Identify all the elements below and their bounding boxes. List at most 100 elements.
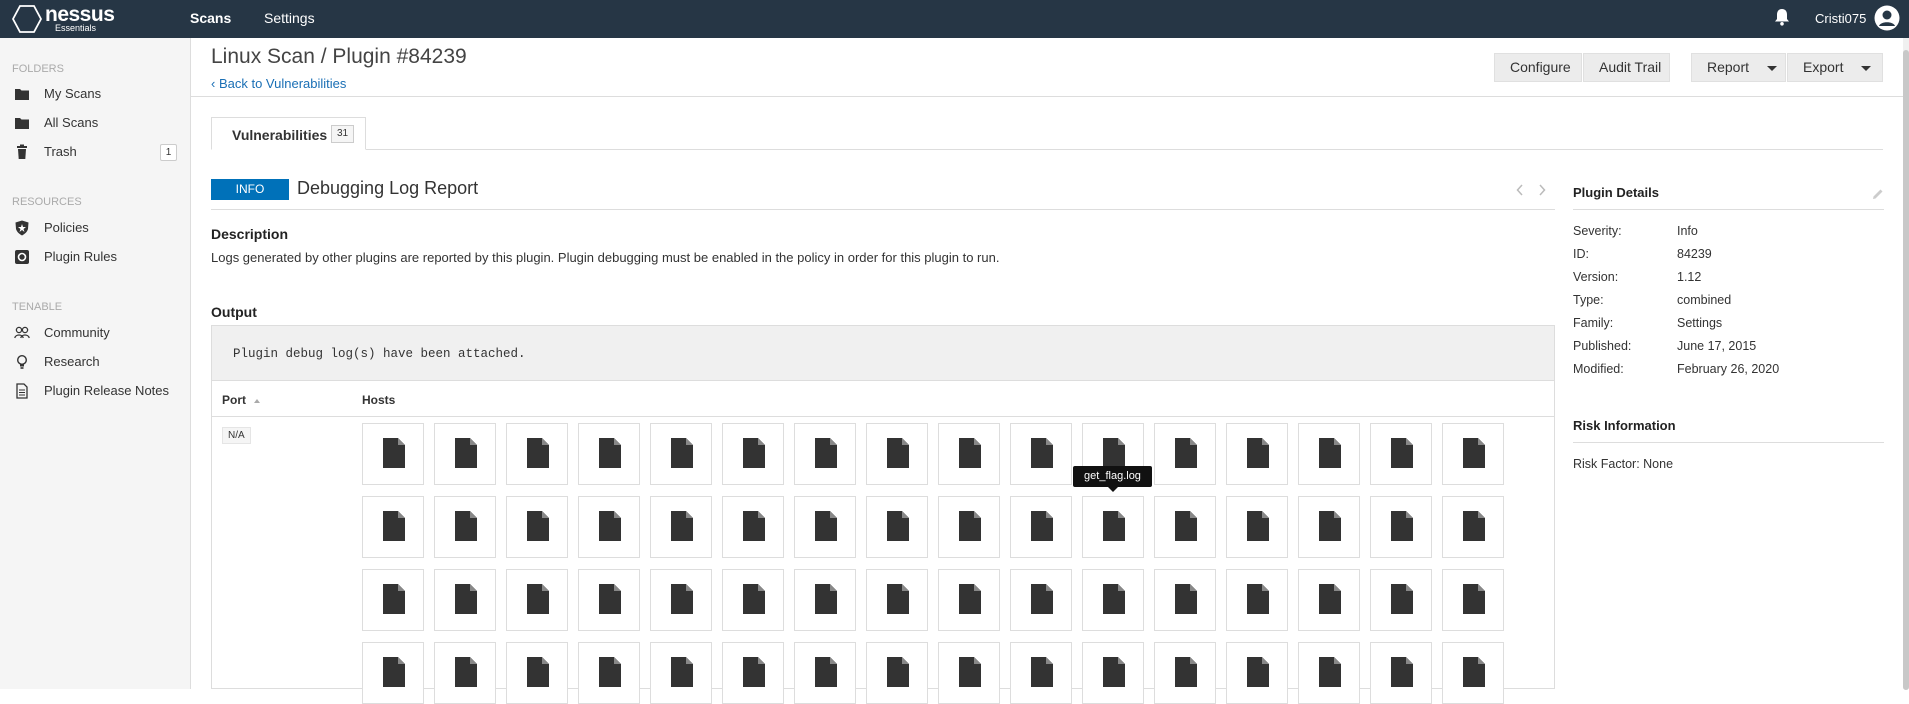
host-attachment[interactable] (1370, 423, 1432, 485)
scrollbar-thumb[interactable] (1903, 50, 1909, 690)
file-icon (959, 584, 981, 614)
host-attachment[interactable] (1298, 496, 1360, 558)
host-attachment[interactable] (434, 569, 496, 631)
host-attachment[interactable] (1010, 569, 1072, 631)
host-attachment[interactable] (578, 642, 640, 704)
host-attachment[interactable] (1298, 423, 1360, 485)
nessus-logo[interactable]: nessus Essentials (12, 3, 122, 34)
host-attachment[interactable] (650, 569, 712, 631)
chevron-right-icon[interactable] (1538, 184, 1546, 196)
username[interactable]: Cristi075 (1815, 11, 1866, 26)
chevron-left-icon[interactable] (1516, 184, 1524, 196)
file-icon (959, 657, 981, 687)
host-attachment[interactable] (650, 642, 712, 704)
host-attachment[interactable] (362, 496, 424, 558)
host-attachment[interactable] (1082, 569, 1144, 631)
host-attachment[interactable] (1370, 642, 1432, 704)
host-attachment[interactable] (506, 642, 568, 704)
host-attachment[interactable] (578, 569, 640, 631)
host-attachment[interactable] (1154, 569, 1216, 631)
host-attachment[interactable] (1298, 642, 1360, 704)
host-attachment[interactable] (506, 569, 568, 631)
host-attachment[interactable] (1082, 496, 1144, 558)
host-attachment[interactable] (794, 496, 856, 558)
nav-settings[interactable]: Settings (264, 10, 315, 26)
file-icon (599, 438, 621, 468)
host-attachment[interactable] (1442, 496, 1504, 558)
host-attachment[interactable] (434, 642, 496, 704)
host-attachment[interactable] (1298, 569, 1360, 631)
sidebar-item-all-scans[interactable]: All Scans (0, 110, 190, 136)
tab-divider (211, 149, 1883, 150)
host-attachment[interactable] (362, 423, 424, 485)
host-attachment[interactable] (362, 569, 424, 631)
host-attachment[interactable] (434, 496, 496, 558)
file-icon (743, 657, 765, 687)
host-attachment[interactable] (938, 642, 1000, 704)
host-attachment[interactable] (1442, 642, 1504, 704)
file-icon (1175, 584, 1197, 614)
host-attachment[interactable] (866, 496, 928, 558)
file-icon (1463, 657, 1485, 687)
host-attachment[interactable] (938, 569, 1000, 631)
host-attachment[interactable] (362, 642, 424, 704)
host-attachment[interactable] (1226, 423, 1288, 485)
host-attachment[interactable] (578, 423, 640, 485)
hosts-column-header: Hosts (362, 393, 396, 407)
host-attachment[interactable] (1010, 423, 1072, 485)
tab-label: Vulnerabilities (232, 127, 328, 143)
file-icon (743, 511, 765, 541)
report-button[interactable]: Report (1691, 53, 1786, 82)
host-attachment[interactable] (1154, 642, 1216, 704)
export-button[interactable]: Export (1787, 53, 1883, 82)
tab-vulnerabilities[interactable]: Vulnerabilities 31 (211, 117, 366, 150)
audit-trail-button[interactable]: Audit Trail (1583, 53, 1670, 82)
host-attachment[interactable] (794, 642, 856, 704)
back-to-vulnerabilities-link[interactable]: ‹ Back to Vulnerabilities (211, 76, 346, 91)
host-attachment[interactable] (578, 496, 640, 558)
host-attachment[interactable] (506, 423, 568, 485)
sidebar-item-community[interactable]: Community (0, 320, 190, 346)
host-attachment[interactable] (866, 642, 928, 704)
host-attachment[interactable] (1442, 569, 1504, 631)
host-attachment[interactable] (938, 423, 1000, 485)
host-attachment[interactable] (1226, 569, 1288, 631)
host-attachment[interactable] (650, 496, 712, 558)
bell-icon[interactable] (1774, 8, 1790, 26)
host-attachment[interactable] (506, 496, 568, 558)
sidebar-item-research[interactable]: Research (0, 349, 190, 375)
host-attachment[interactable] (722, 423, 784, 485)
export-button-label: Export (1803, 59, 1844, 75)
host-attachment[interactable] (1226, 642, 1288, 704)
host-attachment[interactable] (1226, 496, 1288, 558)
nav-scans[interactable]: Scans (190, 10, 231, 26)
port-column-header[interactable]: Port (222, 393, 260, 407)
host-attachment[interactable] (938, 496, 1000, 558)
host-attachment[interactable] (866, 569, 928, 631)
host-attachment[interactable] (1370, 569, 1432, 631)
host-attachment[interactable] (722, 496, 784, 558)
host-attachment[interactable] (1370, 496, 1432, 558)
host-attachment[interactable] (1154, 423, 1216, 485)
host-attachment[interactable] (650, 423, 712, 485)
host-attachment[interactable] (794, 569, 856, 631)
sidebar-item-trash[interactable]: Trash 1 (0, 139, 190, 165)
sidebar-item-plugin-rules[interactable]: Plugin Rules (0, 244, 190, 270)
plugin-detail-label: Version: (1573, 270, 1619, 284)
host-attachment[interactable] (722, 569, 784, 631)
pencil-edit-icon[interactable] (1871, 187, 1885, 201)
host-attachment[interactable] (794, 423, 856, 485)
host-attachment[interactable] (1154, 496, 1216, 558)
host-attachment[interactable] (722, 642, 784, 704)
host-attachment[interactable] (1442, 423, 1504, 485)
host-attachment[interactable] (866, 423, 928, 485)
host-attachment[interactable] (434, 423, 496, 485)
user-avatar-icon[interactable] (1874, 5, 1900, 31)
sidebar-item-plugin-release-notes[interactable]: Plugin Release Notes (0, 378, 190, 404)
sidebar-item-policies[interactable]: Policies (0, 215, 190, 241)
host-attachment[interactable] (1010, 642, 1072, 704)
sidebar-item-my-scans[interactable]: My Scans (0, 81, 190, 107)
host-attachment[interactable] (1010, 496, 1072, 558)
configure-button[interactable]: Configure (1494, 53, 1582, 82)
host-attachment[interactable] (1082, 642, 1144, 704)
